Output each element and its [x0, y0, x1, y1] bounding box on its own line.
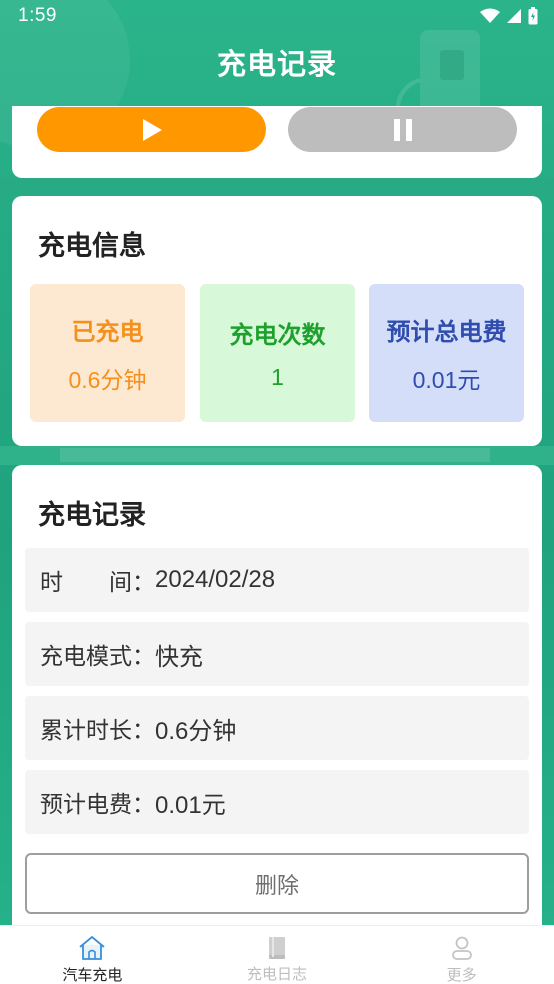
stat-estimated-total-cost: 预计总电费 0.01元: [369, 284, 524, 422]
pause-icon: [393, 118, 412, 141]
stat-charged-duration: 已充电 0.6分钟: [30, 284, 185, 422]
nav-item-car-charging[interactable]: 汽车充电: [0, 926, 185, 984]
nav-label: 更多: [446, 966, 477, 984]
record-row-cost: 预计电费： 0.01元: [25, 770, 529, 834]
play-button[interactable]: [37, 107, 266, 152]
record-value: 0.6分钟: [155, 717, 237, 745]
charge-info-card: 充电信息 已充电 0.6分钟 充电次数 1 预计总电费 0.01元: [12, 196, 542, 446]
stat-value: 1: [271, 364, 284, 390]
stat-value: 0.01元: [412, 366, 481, 393]
record-label: 累计时长：: [40, 718, 155, 744]
record-row-mode: 充电模式： 快充: [25, 622, 529, 686]
home-icon: [77, 935, 107, 961]
nav-item-charging-log[interactable]: 充电日志: [185, 926, 370, 984]
record-label: 时 间：: [40, 570, 155, 596]
stat-label: 充电次数: [229, 321, 326, 349]
title-bar: 充电记录: [0, 38, 554, 86]
status-time: 1:59: [18, 5, 57, 26]
page-title: 充电记录: [216, 47, 337, 81]
charge-records-card: 充电记录 时 间： 2024/02/28 充电模式： 快充 累计时长： 0.6分…: [12, 465, 542, 935]
record-value: 2024/02/28: [155, 566, 276, 593]
wifi-icon: [480, 8, 500, 23]
bottom-nav: 汽车充电 充电日志 更多: [0, 925, 554, 984]
stat-label: 已充电: [71, 317, 144, 346]
record-label: 预计电费：: [40, 792, 155, 818]
book-icon: [262, 935, 292, 960]
stat-charge-count: 充电次数 1: [200, 284, 355, 422]
battery-icon: [528, 7, 538, 25]
record-value: 快充: [155, 643, 203, 671]
nav-label: 充电日志: [247, 965, 308, 983]
play-icon: [142, 118, 162, 141]
nav-label: 汽车充电: [62, 966, 123, 984]
user-icon: [447, 935, 477, 961]
signal-icon: [507, 9, 521, 23]
delete-button[interactable]: 删除: [25, 853, 529, 914]
charging-controls-card: [12, 106, 542, 178]
record-value: 0.01元: [155, 791, 226, 819]
record-row-time: 时 间： 2024/02/28: [25, 548, 529, 612]
record-label: 充电模式：: [40, 644, 155, 670]
stat-value: 0.6分钟: [68, 366, 147, 393]
status-icons: [480, 7, 538, 25]
pause-button[interactable]: [288, 107, 517, 152]
charge-info-title: 充电信息: [38, 231, 146, 262]
records-title: 充电记录: [38, 500, 146, 531]
status-bar: 1:59: [0, 0, 554, 32]
nav-item-more[interactable]: 更多: [369, 926, 554, 984]
stat-label: 预计总电费: [386, 317, 507, 346]
record-row-duration: 累计时长： 0.6分钟: [25, 696, 529, 760]
